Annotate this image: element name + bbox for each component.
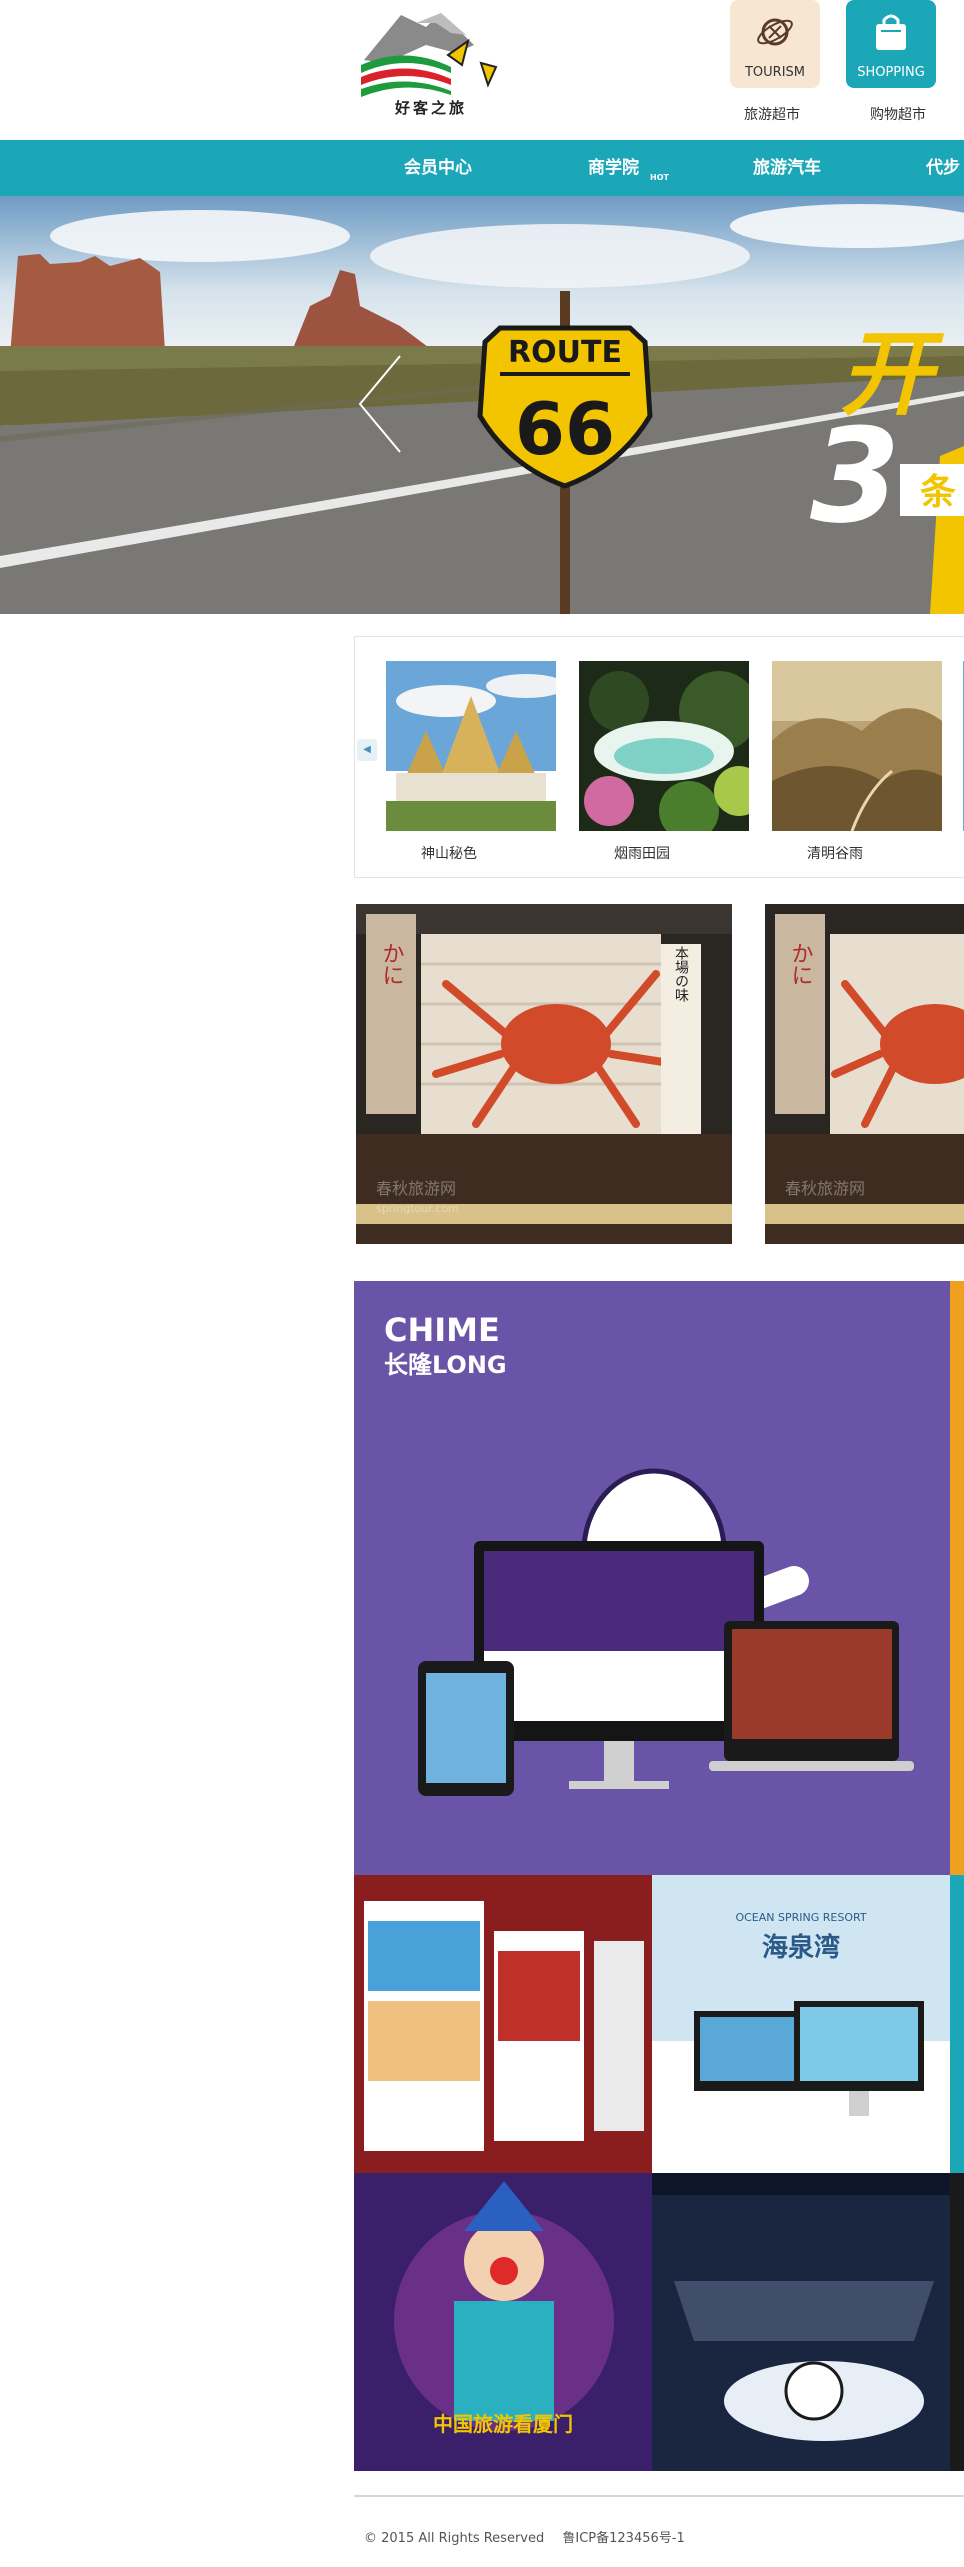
photo-crab-restaurant-1[interactable]: かに 本場の味 春秋旅游网 springtour.com (356, 904, 732, 1244)
banner-sign-top: ROUTE (508, 335, 622, 370)
route66-banner-image: ROUTE 66 开 3 条 (0, 196, 964, 614)
scenic-card-shenshan[interactable]: 神山秘色 (386, 661, 556, 863)
photo-watermark: 春秋旅游网 (785, 1179, 865, 1198)
ocean-spring-en: OCEAN SPRING RESORT (735, 1911, 866, 1924)
scenic-card-qingming[interactable]: 清明谷雨 (772, 661, 942, 863)
footer-icp[interactable]: 鲁ICP备123456号-1 (562, 2531, 684, 2546)
photo-sign-right: 本場の味 (673, 946, 689, 1002)
nav-item-transport[interactable]: 代步 (926, 140, 960, 196)
scenic-thumb (772, 661, 942, 831)
photo-sign-left: かに (379, 942, 404, 986)
tourism-caption[interactable]: 旅游超市 (712, 104, 832, 124)
logo-text: 好客之旅 (394, 99, 467, 117)
logo-mountain-icon (361, 13, 498, 97)
tourism-label: TOURISM (744, 65, 806, 80)
main-nav: 会员中心 商学院 HOT 旅游汽车 代步 (0, 140, 964, 196)
photo-watermark-sub: springtour.com (376, 1202, 459, 1215)
nav-item-business-school[interactable]: 商学院 HOT (588, 140, 669, 196)
photo-watermark: 春秋旅游网 (376, 1179, 456, 1198)
photo-sign-left: かに (788, 942, 813, 986)
portfolio-tile-chimelong[interactable]: CHIME 长隆LONG (354, 1281, 950, 1875)
portfolio-tile-circus[interactable]: 中国旅游看厦门 (354, 2173, 652, 2471)
hero-banner[interactable]: ROUTE 66 开 3 条 (0, 196, 964, 614)
scenic-thumb (386, 661, 556, 831)
scenic-thumb (579, 661, 749, 831)
banner-sub-partial: 条 (920, 472, 956, 513)
chimelong-brand-en: CHIME (384, 1311, 500, 1349)
shopping-card[interactable]: SHOPPING (846, 0, 936, 88)
footer-copyright: © 2015 All Rights Reserved (364, 2531, 545, 2546)
portfolio-section: CHIME 长隆LONG OCEAN SPRING RESORT 海泉湾 中国旅… (354, 1281, 964, 2471)
scenic-card-yanyu[interactable]: 烟雨田园 (579, 661, 749, 863)
banner-number-partial: 3 (810, 400, 900, 552)
shopping-label: SHOPPING (857, 65, 925, 80)
scenic-slider: ◀ 神山秘色 烟雨田园 清明谷雨 (354, 636, 964, 878)
portfolio-tile-travel-promo[interactable] (354, 1875, 652, 2173)
nav-item-label: 商学院 (588, 158, 639, 178)
portfolio-tile-show[interactable] (652, 2173, 950, 2471)
shopping-bag-icon (876, 14, 906, 50)
slider-prev-icon[interactable]: ◀ (357, 739, 377, 761)
ocean-spring-cn: 海泉湾 (762, 1932, 840, 1963)
footer-divider (354, 2495, 964, 2497)
footer: © 2015 All Rights Reserved 鲁ICP备123456号-… (364, 2527, 699, 2546)
chimelong-brand-cn: 长隆LONG (384, 1351, 507, 1379)
banner-sign-number: 66 (515, 387, 615, 471)
globe-plane-icon (757, 18, 793, 46)
scenic-caption: 烟雨田园 (614, 846, 670, 862)
site-logo[interactable]: 好客之旅 (356, 5, 516, 123)
shopping-caption[interactable]: 购物超市 (838, 104, 958, 124)
scenic-caption: 清明谷雨 (807, 846, 863, 862)
scenic-caption: 神山秘色 (421, 846, 477, 862)
nav-item-travel-bus[interactable]: 旅游汽车 (753, 140, 821, 196)
photo-crab-restaurant-2[interactable]: かに 春秋旅游网 (765, 904, 964, 1244)
portfolio-tile-ocean-spring[interactable]: OCEAN SPRING RESORT 海泉湾 (652, 1875, 950, 2173)
tourism-card[interactable]: TOURISM (730, 0, 820, 88)
nav-item-member-center[interactable]: 会员中心 (404, 140, 472, 196)
circus-caption: 中国旅游看厦门 (433, 2412, 573, 2436)
